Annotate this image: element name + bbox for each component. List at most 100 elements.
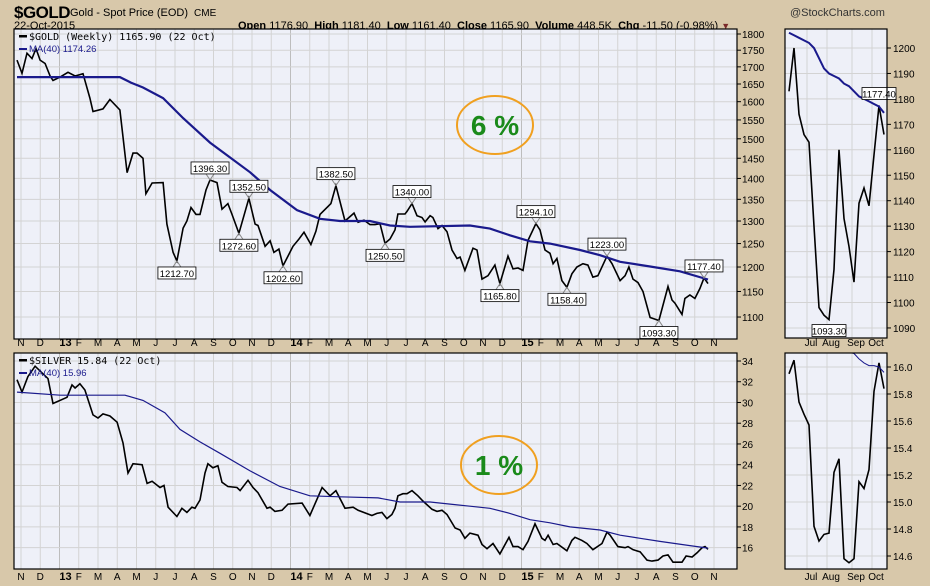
y-tick-label: 1250 bbox=[742, 240, 765, 251]
x-tick-label: M bbox=[594, 572, 602, 583]
legend-swatch-price bbox=[19, 35, 27, 38]
y-tick-label: 1700 bbox=[742, 63, 765, 74]
x-tick-label: S bbox=[210, 572, 217, 583]
y-tick-label: 1150 bbox=[893, 171, 915, 182]
y-tick-label: 1200 bbox=[742, 263, 765, 274]
y-tick-label: 1800 bbox=[742, 30, 765, 41]
x-tick-label: J bbox=[153, 572, 158, 583]
x-tick-label: 15 bbox=[521, 337, 533, 349]
x-tick-label: J bbox=[615, 338, 620, 349]
y-tick-label: 15.0 bbox=[893, 498, 913, 509]
x-tick-label: A bbox=[114, 338, 121, 349]
x-tick-label: S bbox=[441, 338, 448, 349]
y-tick-label: 1130 bbox=[893, 222, 915, 233]
x-tick-label: D bbox=[499, 338, 506, 349]
y-tick-label: 1350 bbox=[742, 195, 765, 206]
x-tick-label: A bbox=[422, 338, 429, 349]
stockcharts-chart: $GOLD Gold - Spot Price (EOD) CME 22-Oct… bbox=[0, 0, 930, 586]
legend-price: $SILVER 15.84 (22 Oct) bbox=[29, 356, 161, 367]
x-tick-label: J bbox=[384, 338, 389, 349]
x-tick-label: A bbox=[653, 338, 660, 349]
x-tick-label: A bbox=[576, 338, 583, 349]
x-tick-label: M bbox=[325, 338, 333, 349]
x-tick-label: A bbox=[114, 572, 121, 583]
legend-swatch-ma bbox=[19, 48, 27, 50]
annotation-label: 1223.00 bbox=[590, 240, 624, 251]
x-tick-label: F bbox=[307, 572, 313, 583]
x-tick-label: M bbox=[556, 338, 564, 349]
x-tick-label: O bbox=[460, 572, 468, 583]
annotation-label: 1396.30 bbox=[193, 164, 227, 175]
y-tick-label: 1120 bbox=[893, 248, 915, 259]
x-tick-label: A bbox=[345, 338, 352, 349]
x-tick-label: J bbox=[173, 338, 178, 349]
y-tick-label: 1600 bbox=[742, 98, 765, 109]
percent-annotation: 6 % bbox=[471, 110, 519, 141]
x-tick-label: Aug bbox=[822, 572, 840, 583]
y-tick-label: 1650 bbox=[742, 80, 765, 91]
annotation-label: 1294.10 bbox=[519, 208, 553, 219]
x-tick-label: 14 bbox=[290, 571, 303, 583]
x-tick-label: N bbox=[479, 338, 486, 349]
legend-ma: MA(40) 1174.26 bbox=[29, 44, 96, 55]
y-tick-label: 16 bbox=[742, 544, 754, 555]
annotation-label: 1340.00 bbox=[395, 188, 429, 199]
x-tick-label: Jul bbox=[805, 572, 818, 583]
annotation-label: 1158.40 bbox=[550, 295, 584, 306]
y-tick-label: 24 bbox=[742, 461, 754, 472]
x-tick-label: O bbox=[229, 338, 237, 349]
y-tick-label: 1200 bbox=[893, 44, 916, 55]
y-tick-label: 14.8 bbox=[893, 525, 913, 536]
x-tick-label: Sep bbox=[847, 338, 865, 349]
x-tick-label: A bbox=[191, 338, 198, 349]
legend-price: $GOLD (Weekly) 1165.90 (22 Oct) bbox=[29, 32, 216, 43]
x-tick-label: D bbox=[499, 572, 506, 583]
y-tick-label: 34 bbox=[742, 357, 754, 368]
y-tick-label: 26 bbox=[742, 440, 754, 451]
gold-panel: 1100 1150 1200 1250 1300 1350 1400 1450 1500 1550… bbox=[13, 28, 765, 340]
x-tick-label: A bbox=[653, 572, 660, 583]
x-tick-label: M bbox=[94, 572, 102, 583]
x-tick-label: N bbox=[479, 572, 486, 583]
y-tick-label: 1300 bbox=[742, 217, 765, 228]
annotation-label: 1352.50 bbox=[232, 182, 266, 193]
y-tick-label: 18 bbox=[742, 523, 754, 534]
x-tick-label: Oct bbox=[868, 338, 884, 349]
annotation-label: 1212.70 bbox=[160, 269, 194, 280]
x-tick-label: J bbox=[635, 572, 640, 583]
x-tick-label: M bbox=[132, 338, 140, 349]
x-tick-label: F bbox=[76, 338, 82, 349]
x-tick-label: S bbox=[441, 572, 448, 583]
x-tick-label: M bbox=[363, 338, 371, 349]
annotation-label: 1093.30 bbox=[812, 327, 846, 338]
x-tick-label: O bbox=[691, 338, 699, 349]
x-tick-label: J bbox=[404, 338, 409, 349]
x-tick-label: A bbox=[191, 572, 198, 583]
y-tick-label: 20 bbox=[742, 502, 754, 513]
y-tick-label: 1160 bbox=[893, 146, 915, 157]
y-tick-label: 1100 bbox=[893, 299, 915, 310]
x-tick-label: A bbox=[345, 572, 352, 583]
x-tick-label: J bbox=[615, 572, 620, 583]
x-tick-label: M bbox=[325, 572, 333, 583]
x-tick-label: F bbox=[538, 338, 544, 349]
y-tick-label: 1110 bbox=[893, 273, 914, 284]
legend-ma: MA(40) 15.96 bbox=[29, 368, 87, 379]
x-tick-label: Jul bbox=[805, 338, 818, 349]
x-tick-label: N bbox=[17, 338, 24, 349]
y-tick-label: 1550 bbox=[742, 116, 765, 127]
annotation-label: 1165.80 bbox=[483, 292, 517, 303]
x-tick-label: M bbox=[132, 572, 140, 583]
x-tick-label: Oct bbox=[868, 572, 884, 583]
y-tick-label: 22 bbox=[742, 481, 754, 492]
x-tick-label: D bbox=[37, 338, 44, 349]
legend-swatch-price bbox=[19, 359, 27, 362]
x-tick-label: 13 bbox=[59, 571, 71, 583]
x-tick-label: S bbox=[672, 572, 679, 583]
annotation-label: 1177.40 bbox=[687, 262, 721, 273]
y-tick-label: 1090 bbox=[893, 324, 916, 335]
x-tick-label: Aug bbox=[822, 338, 840, 349]
x-tick-label: N bbox=[17, 572, 24, 583]
x-tick-label: F bbox=[538, 572, 544, 583]
x-tick-label: J bbox=[384, 572, 389, 583]
